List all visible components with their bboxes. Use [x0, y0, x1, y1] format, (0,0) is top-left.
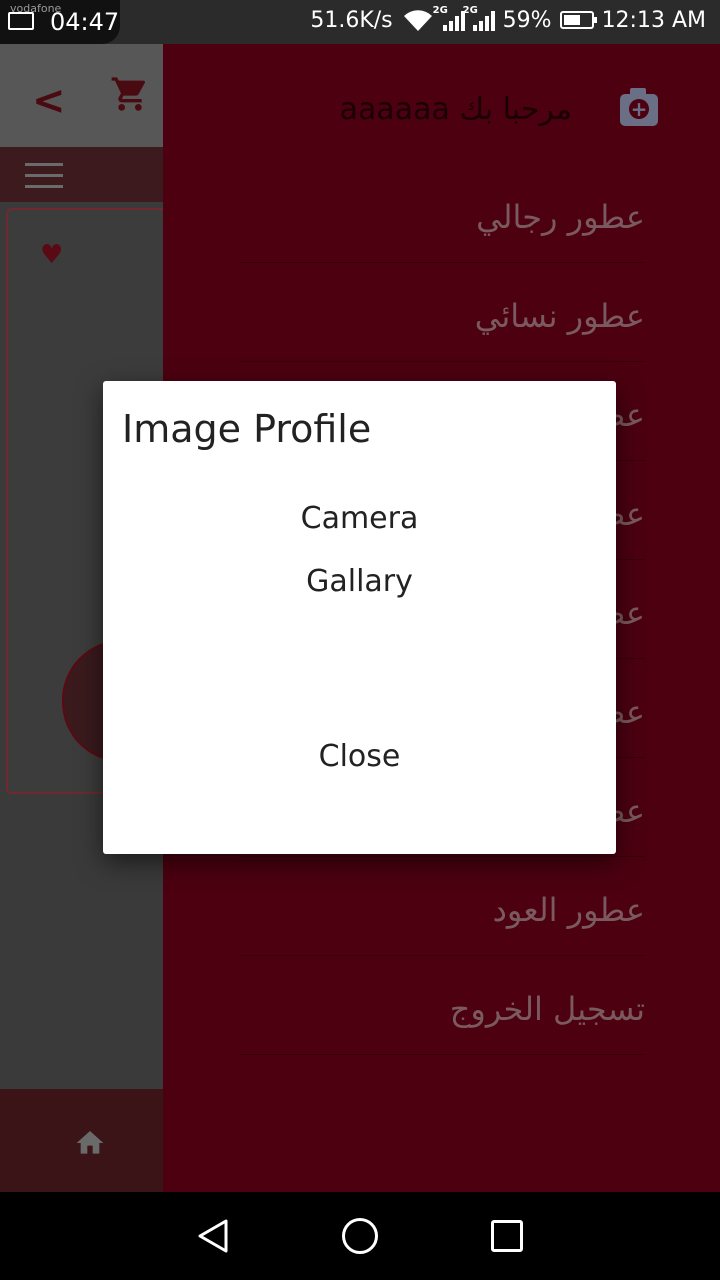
home-nav-icon[interactable] [342, 1218, 378, 1254]
signal-icon-2: 2G [463, 5, 495, 31]
dialog-title: Image Profile [122, 407, 372, 451]
battery-icon [559, 11, 597, 29]
camera-icon[interactable] [620, 88, 658, 126]
app-toolbar [0, 147, 163, 202]
status-right: 51.6K/s 2G 2G 59% 12:13 AM [310, 5, 706, 33]
drawer-item[interactable]: عطور نسائي [239, 263, 645, 362]
screen-cast-icon [8, 12, 34, 30]
back-icon[interactable] [196, 1218, 230, 1254]
battery-percent: 59% [502, 7, 552, 33]
drawer-item-label: عطور رجالي [476, 198, 645, 236]
menu-icon[interactable] [25, 163, 63, 196]
drawer-item-logout[interactable]: تسجيل الخروج [239, 956, 645, 1055]
call-timer: 04:47 [50, 8, 120, 36]
home-icon[interactable] [72, 1127, 108, 1159]
camera-option[interactable]: Camera [103, 501, 616, 536]
wifi-icon [403, 10, 432, 32]
net-speed: 51.6K/s [310, 7, 393, 33]
drawer-item-label: عطور نسائي [474, 297, 645, 335]
clock: 12:13 AM [601, 7, 706, 33]
welcome-text: مرحبا بك aaaaaa [339, 92, 572, 127]
signal-type-1: 2G [432, 5, 448, 16]
signal-icon-1: 2G [433, 5, 465, 31]
recents-icon[interactable] [491, 1220, 523, 1252]
drawer-header: مرحبا بك aaaaaa [163, 44, 720, 174]
close-button[interactable]: Close [103, 739, 616, 774]
system-nav-bar [0, 1192, 720, 1280]
app-header: < [0, 44, 163, 147]
status-bar: vodafone 04:47 51.6K/s 2G 2G 59% 12:13 A… [0, 0, 720, 44]
status-left: vodafone 04:47 [0, 0, 120, 44]
signal-type-2: 2G [462, 5, 478, 16]
drawer-item-label: عطور العود [492, 891, 645, 929]
drawer-item[interactable]: عطور رجالي [239, 164, 645, 263]
back-arrow-icon[interactable]: < [32, 78, 66, 124]
cart-icon[interactable] [110, 74, 150, 114]
drawer-item[interactable]: عطور العود [239, 857, 645, 956]
image-profile-dialog: Image Profile Camera Gallary Close [103, 381, 616, 854]
gallery-option[interactable]: Gallary [103, 564, 616, 599]
app-footer [0, 1089, 163, 1192]
heart-icon[interactable]: ♥ [40, 240, 63, 270]
drawer-item-label: تسجيل الخروج [449, 990, 645, 1028]
